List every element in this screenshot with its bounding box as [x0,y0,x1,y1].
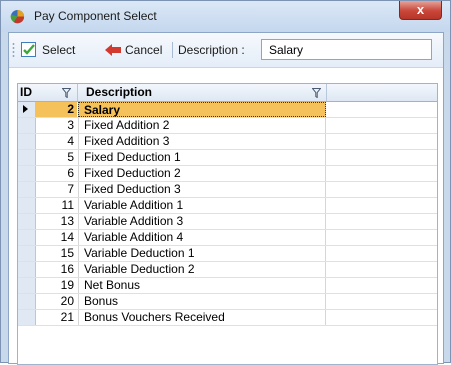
column-header-id[interactable]: ID [20,85,32,99]
cell-id[interactable]: 11 [36,198,77,213]
cell-id[interactable]: 7 [36,182,77,197]
cell-description[interactable]: Salary [78,102,326,117]
row-indicator[interactable] [18,150,36,165]
column-divider[interactable] [326,84,327,101]
toolbar-grip[interactable] [12,42,15,58]
table-row[interactable]: 13 Variable Addition 3 [18,214,437,230]
description-filter-icon[interactable] [312,88,321,98]
cell-id[interactable]: 2 [36,102,77,117]
cell-id[interactable]: 20 [36,294,77,309]
cell-description[interactable]: Variable Addition 1 [78,198,326,213]
description-input[interactable] [261,39,432,60]
cell-description[interactable]: Net Bonus [78,278,326,293]
cell-description[interactable]: Fixed Deduction 1 [78,150,326,165]
toolbar-separator [172,42,173,58]
cell-description[interactable]: Variable Addition 3 [78,214,326,229]
cell-description[interactable]: Fixed Addition 2 [78,118,326,133]
table-row[interactable]: 2 Salary [18,102,437,118]
current-row-arrow-icon [23,105,28,113]
table-row[interactable]: 16 Variable Deduction 2 [18,262,437,278]
cell-description[interactable]: Variable Addition 4 [78,230,326,245]
cell-id[interactable]: 21 [36,310,77,325]
row-indicator[interactable] [18,230,36,245]
grid-header: ID Description [18,84,437,102]
table-row[interactable]: 19 Net Bonus [18,278,437,294]
cell-description[interactable]: Fixed Addition 3 [78,134,326,149]
row-indicator[interactable] [18,166,36,181]
row-indicator[interactable] [18,134,36,149]
cell-id[interactable]: 13 [36,214,77,229]
cancel-arrow-icon[interactable] [105,44,121,56]
app-icon [10,9,25,24]
table-row[interactable]: 5 Fixed Deduction 1 [18,150,437,166]
select-button[interactable]: Select [42,43,75,57]
select-check-icon[interactable] [21,42,36,57]
row-indicator[interactable] [18,118,36,133]
cell-description[interactable]: Variable Deduction 2 [78,262,326,277]
row-indicator[interactable] [18,182,36,197]
cell-description[interactable]: Bonus [78,294,326,309]
cell-id[interactable]: 19 [36,278,77,293]
table-row[interactable]: 7 Fixed Deduction 3 [18,182,437,198]
row-indicator[interactable] [18,262,36,277]
cell-id[interactable]: 14 [36,230,77,245]
close-button[interactable]: x [399,1,442,20]
table-row[interactable]: 6 Fixed Deduction 2 [18,166,437,182]
table-row[interactable]: 15 Variable Deduction 1 [18,246,437,262]
cell-id[interactable]: 4 [36,134,77,149]
cell-description[interactable]: Fixed Deduction 2 [78,166,326,181]
row-indicator[interactable] [18,278,36,293]
cell-description[interactable]: Variable Deduction 1 [78,246,326,261]
description-label: Description : [178,43,245,57]
cell-id[interactable]: 16 [36,262,77,277]
table-row[interactable]: 11 Variable Addition 1 [18,198,437,214]
row-indicator[interactable] [18,198,36,213]
pay-component-select-window: Pay Component Select x Select Cancel Des… [0,0,451,365]
table-row[interactable]: 4 Fixed Addition 3 [18,134,437,150]
pay-component-grid: ID Description 2 Salary 3 Fixed Addition 24… [17,83,438,365]
id-filter-icon[interactable] [62,88,71,98]
cell-id[interactable]: 15 [36,246,77,261]
table-row[interactable]: 14 Variable Addition 4 [18,230,437,246]
dialog-content: Select Cancel Description : ID Descripti… [8,32,444,365]
cell-id[interactable]: 5 [36,150,77,165]
toolbar: Select Cancel Description : [9,33,443,68]
cell-id[interactable]: 3 [36,118,77,133]
row-indicator[interactable] [18,214,36,229]
row-indicator[interactable] [18,294,36,309]
table-row[interactable]: 20 Bonus [18,294,437,310]
column-header-description[interactable]: Description [86,85,152,99]
row-indicator[interactable] [18,246,36,261]
table-row[interactable]: 21 Bonus Vouchers Received [18,310,437,326]
cell-description[interactable]: Fixed Deduction 3 [78,182,326,197]
window-title: Pay Component Select [34,9,157,23]
cell-id[interactable]: 6 [36,166,77,181]
row-indicator[interactable] [18,310,36,325]
title-bar[interactable]: Pay Component Select x [1,1,450,32]
column-divider[interactable] [77,84,78,101]
cancel-button[interactable]: Cancel [125,43,162,57]
cell-description[interactable]: Bonus Vouchers Received [78,310,326,325]
row-indicator[interactable] [18,102,36,117]
table-row[interactable]: 3 Fixed Addition 2 [18,118,437,134]
